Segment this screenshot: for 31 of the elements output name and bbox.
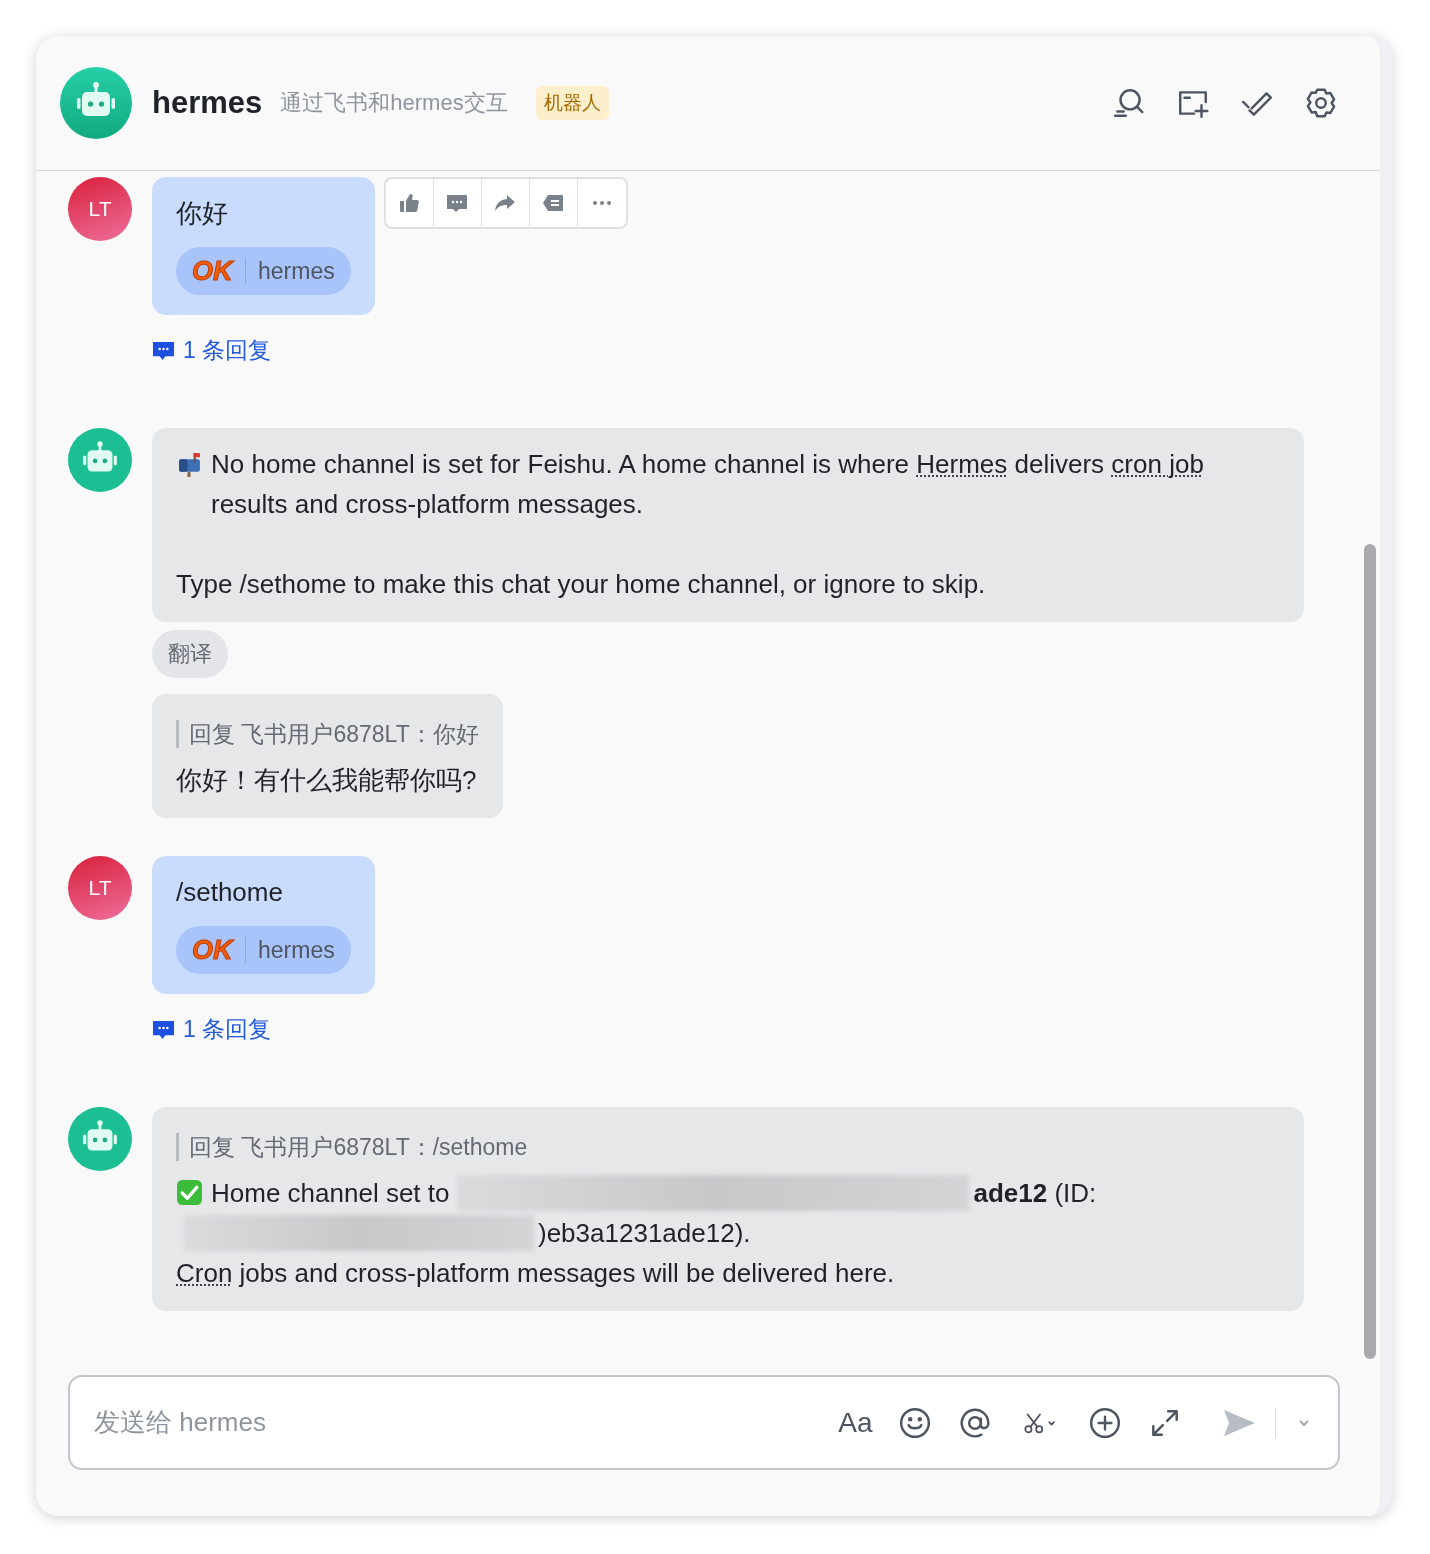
message-text: No home channel is set for Feishu. A home channel is where Hermes delivers cron job results and cross-platform messages.	[211, 448, 1205, 521]
reaction-chip[interactable]: OK hermes	[176, 926, 351, 974]
reply-quote: 回复 飞书用户6878LT：你好	[176, 720, 479, 748]
reply-quote: 回复 飞书用户6878LT：/sethome	[176, 1133, 1280, 1161]
message-text: )eb3a1231ade12).	[538, 1218, 751, 1248]
robot-avatar	[60, 67, 132, 139]
robot-avatar[interactable]	[68, 428, 132, 492]
scrollbar[interactable]	[1364, 544, 1376, 1359]
message-text: Type /sethome to make this chat your home channel, or ignore to skip.	[176, 569, 986, 599]
replies-link[interactable]: 1 条回复	[183, 1014, 272, 1045]
reaction-chip[interactable]: OK hermes	[176, 247, 351, 295]
message-text: /sethome	[176, 877, 283, 907]
chat-title: hermes	[152, 85, 263, 121]
translate-button[interactable]: 翻译	[152, 630, 228, 678]
replies-icon	[152, 1018, 175, 1041]
chat-description: 通过飞书和hermes交互	[280, 89, 508, 117]
check-icon	[176, 1179, 203, 1206]
message-text: ade12 (ID:	[973, 1178, 1097, 1208]
user-avatar[interactable]: LT	[68, 177, 132, 241]
bot-tag: 机器人	[535, 86, 609, 120]
robot-avatar[interactable]	[68, 1107, 132, 1171]
user-avatar[interactable]: LT	[68, 856, 132, 920]
replies-icon	[152, 339, 175, 362]
mailbox-icon	[176, 450, 203, 477]
format-button[interactable]: Aa	[838, 1404, 873, 1441]
message-input[interactable]: 发送给 hermes Aa	[68, 1375, 1340, 1470]
message-text: Cron jobs and cross-platform messages will be delivered here.	[176, 1258, 895, 1288]
message-text: 你好	[176, 198, 228, 228]
message-text: 你好！有什么我能帮你吗?	[176, 765, 477, 795]
message-text: Home channel set to	[211, 1178, 450, 1208]
replies-link[interactable]: 1 条回复	[183, 335, 272, 366]
